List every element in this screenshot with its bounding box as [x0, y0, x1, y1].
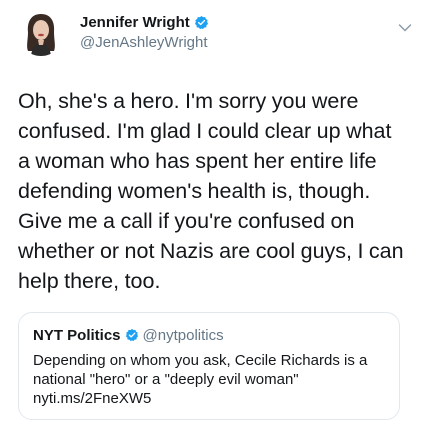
avatar[interactable] — [18, 10, 64, 56]
quoted-handle: @nytpolitics — [142, 326, 224, 344]
chevron-down-icon[interactable] — [398, 20, 412, 32]
quoted-tweet-text: Depending on whom you ask, Cecile Richar… — [33, 352, 368, 388]
quoted-tweet-link[interactable]: nyti.ms/2FneXW5 — [33, 389, 385, 408]
tweet-container: Jennifer Wright @JenAshleyWright Oh, she… — [0, 0, 424, 432]
author-handle[interactable]: @JenAshleyWright — [80, 34, 209, 51]
tweet-text: Oh, she's a hero. I'm sorry you were con… — [18, 89, 404, 293]
verified-badge-icon — [194, 15, 209, 30]
avatar-image — [18, 10, 64, 56]
quoted-tweet-card[interactable]: NYT Politics @nytpolitics Depending on w… — [18, 312, 400, 420]
quoted-display-name: NYT Politics — [33, 326, 121, 344]
tweet-author[interactable]: Jennifer Wright @JenAshleyWright — [80, 12, 209, 51]
quoted-tweet-header: NYT Politics @nytpolitics — [33, 325, 385, 345]
author-display-name[interactable]: Jennifer Wright — [80, 14, 190, 31]
verified-badge-icon — [125, 328, 139, 342]
